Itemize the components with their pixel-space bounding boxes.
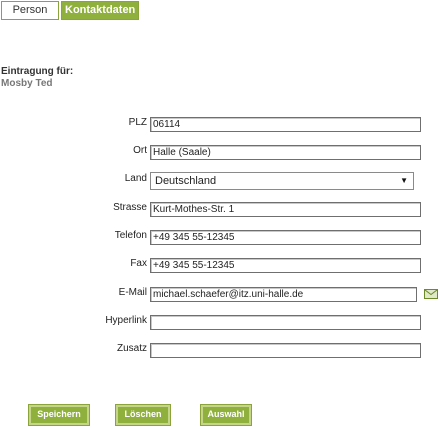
plz-label: PLZ: [128, 117, 147, 128]
zusatz-label: Zusatz: [116, 343, 147, 354]
strasse-field[interactable]: Kurt-Mothes-Str. 1: [150, 202, 421, 217]
chevron-down-icon: ▼: [400, 176, 408, 185]
ort-field[interactable]: Halle (Saale): [150, 145, 421, 160]
tab-kontaktdaten[interactable]: Kontaktdaten: [61, 1, 139, 20]
envelope-icon[interactable]: [424, 289, 438, 299]
hyperlink-label: Hyperlink: [105, 315, 147, 326]
land-select[interactable]: Deutschland ▼: [150, 172, 414, 190]
plz-field[interactable]: 06114: [150, 117, 421, 132]
zusatz-field[interactable]: [150, 343, 421, 358]
land-label: Land: [124, 173, 147, 184]
strasse-label: Strasse: [113, 202, 147, 213]
telefon-label: Telefon: [114, 230, 147, 241]
delete-button[interactable]: Löschen: [115, 404, 171, 426]
ort-label: Ort: [133, 145, 147, 156]
land-select-value: Deutschland: [155, 175, 217, 187]
email-field[interactable]: michael.schaefer@itz.uni-halle.de: [150, 287, 417, 302]
telefon-field[interactable]: +49 345 55-12345: [150, 230, 421, 245]
fax-label: Fax: [130, 258, 147, 269]
entry-title: Eintragung für:: [1, 66, 74, 77]
tab-person[interactable]: Person: [1, 1, 59, 20]
hyperlink-field[interactable]: [150, 315, 421, 330]
select-button[interactable]: Auswahl: [200, 404, 252, 426]
email-label: E-Mail: [118, 287, 147, 298]
entry-name: Mosby Ted: [1, 78, 53, 89]
save-button[interactable]: Speichern: [28, 404, 90, 426]
fax-field[interactable]: +49 345 55-12345: [150, 258, 421, 273]
